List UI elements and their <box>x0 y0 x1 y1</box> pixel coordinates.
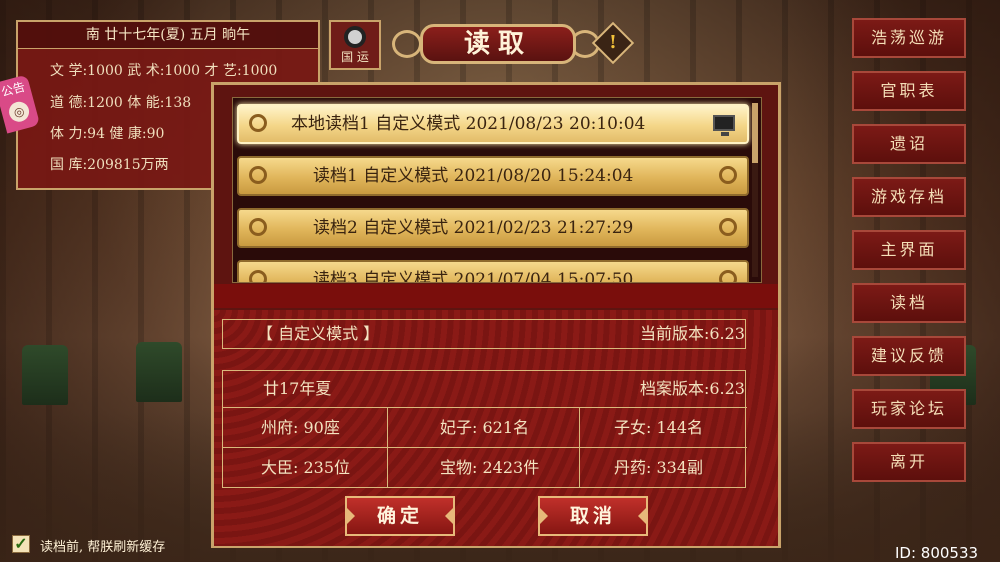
stat-elixirs: 丹药: 334副 <box>614 458 704 477</box>
confirm-button[interactable]: 确定 <box>345 496 455 536</box>
game-mode: 【 自定义模式 】 <box>257 324 380 343</box>
save-slot-label: 读档1 自定义模式 2021/08/20 15:24:04 <box>313 166 634 186</box>
stat-consorts: 妃子: 621名 <box>388 408 580 448</box>
refresh-cache-label: 读档前, 帮朕刷新缓存 <box>40 540 166 555</box>
menu-save-game[interactable]: 游戏存档 <box>852 177 966 217</box>
magnifier-icon <box>344 26 366 48</box>
title-ornament-left <box>392 30 422 58</box>
menu-feedback[interactable]: 建议反馈 <box>852 336 966 376</box>
announcement-label: 公告 <box>0 79 27 100</box>
cancel-button[interactable]: 取消 <box>538 496 648 536</box>
dialog-title: 读取 <box>420 24 576 64</box>
slot-ornament-icon <box>719 166 737 184</box>
national-fortune-label: 国 运 <box>341 50 369 64</box>
user-id: ID: 800533 <box>895 544 979 562</box>
menu-main-screen[interactable]: 主界面 <box>852 230 966 270</box>
slot-ornament-icon <box>249 270 267 282</box>
stat-treasures: 宝物: 2423件 <box>388 448 580 488</box>
save-list-scrollbar[interactable] <box>752 103 758 277</box>
save-slot-label: 读档2 自定义模式 2021/02/23 21:27:29 <box>313 218 634 238</box>
scroll-icon: ◎ <box>6 99 32 124</box>
arrow-right-icon <box>638 506 648 526</box>
stat-ministers: 大臣: 235位 <box>223 448 388 488</box>
save-slot-list[interactable]: 本地读档1 自定义模式 2021/08/23 20:10:04 读档1 自定义模… <box>232 97 762 283</box>
save-slot-2[interactable]: 读档2 自定义模式 2021/02/23 21:27:29 <box>237 208 749 248</box>
computer-icon <box>713 115 735 136</box>
save-stats-box: 廿17年夏 档案版本:6.23 州府: 90座 妃子: 621名 子女: 144… <box>222 370 747 490</box>
treasury-row: 国 库:209815万两 <box>50 157 169 173</box>
menu-load-game[interactable]: 读档 <box>852 283 966 323</box>
stats-row-3: 体 力:94 健 康:90 <box>50 126 165 142</box>
save-slot-label: 本地读档1 自定义模式 2021/08/23 20:10:04 <box>291 114 646 134</box>
menu-player-forum[interactable]: 玩家论坛 <box>852 389 966 429</box>
stat-prefectures: 州府: 90座 <box>223 408 388 448</box>
save-slot-label: 读档3 自定义模式 2021/07/04 15:07:50 <box>313 270 634 283</box>
arrow-left-icon <box>345 506 355 526</box>
menu-testament[interactable]: 遗诏 <box>852 124 966 164</box>
menu-grand-tour[interactable]: 浩荡巡游 <box>852 18 966 58</box>
stats-row-2: 道 德:1200 体 能:138 <box>50 95 192 111</box>
save-year: 廿17年夏 <box>263 379 332 398</box>
list-divider <box>214 284 778 308</box>
confirm-label: 确定 <box>376 505 423 527</box>
slot-ornament-icon <box>719 270 737 282</box>
current-version: 当前版本:6.23 <box>639 324 745 343</box>
menu-exit[interactable]: 离开 <box>852 442 966 482</box>
plant-decoration-left-2 <box>136 342 182 402</box>
slot-ornament-icon <box>249 114 267 132</box>
arrow-left-icon <box>538 506 548 526</box>
save-slot-3[interactable]: 读档3 自定义模式 2021/07/04 15:07:50 <box>237 260 749 283</box>
save-slot-1[interactable]: 读档1 自定义模式 2021/08/20 15:24:04 <box>237 156 749 196</box>
stat-children: 子女: 144名 <box>580 408 747 448</box>
plant-decoration-left <box>22 345 68 405</box>
game-date: 南 廿十七年(夏) 五月 晌午 <box>18 22 318 49</box>
stats-row-1: 文 学:1000 武 术:1000 才 艺:1000 <box>50 63 278 79</box>
cancel-label: 取消 <box>569 505 616 527</box>
slot-ornament-icon <box>249 166 267 184</box>
scrollbar-thumb[interactable] <box>752 103 758 163</box>
save-slot-local-1[interactable]: 本地读档1 自定义模式 2021/08/23 20:10:04 <box>237 104 749 144</box>
refresh-cache-checkbox[interactable]: ✓ <box>12 535 30 553</box>
save-detail-header: 【 自定义模式 】 当前版本:6.23 <box>222 319 746 349</box>
slot-ornament-icon <box>249 218 267 236</box>
slot-ornament-icon <box>719 218 737 236</box>
arrow-right-icon <box>445 506 455 526</box>
stats-grid: 州府: 90座 妃子: 621名 子女: 144名 大臣: 235位 宝物: 2… <box>223 407 747 490</box>
menu-official-ranks[interactable]: 官职表 <box>852 71 966 111</box>
archive-version: 档案版本:6.23 <box>639 379 745 398</box>
national-fortune-button[interactable]: 国 运 <box>329 20 381 70</box>
